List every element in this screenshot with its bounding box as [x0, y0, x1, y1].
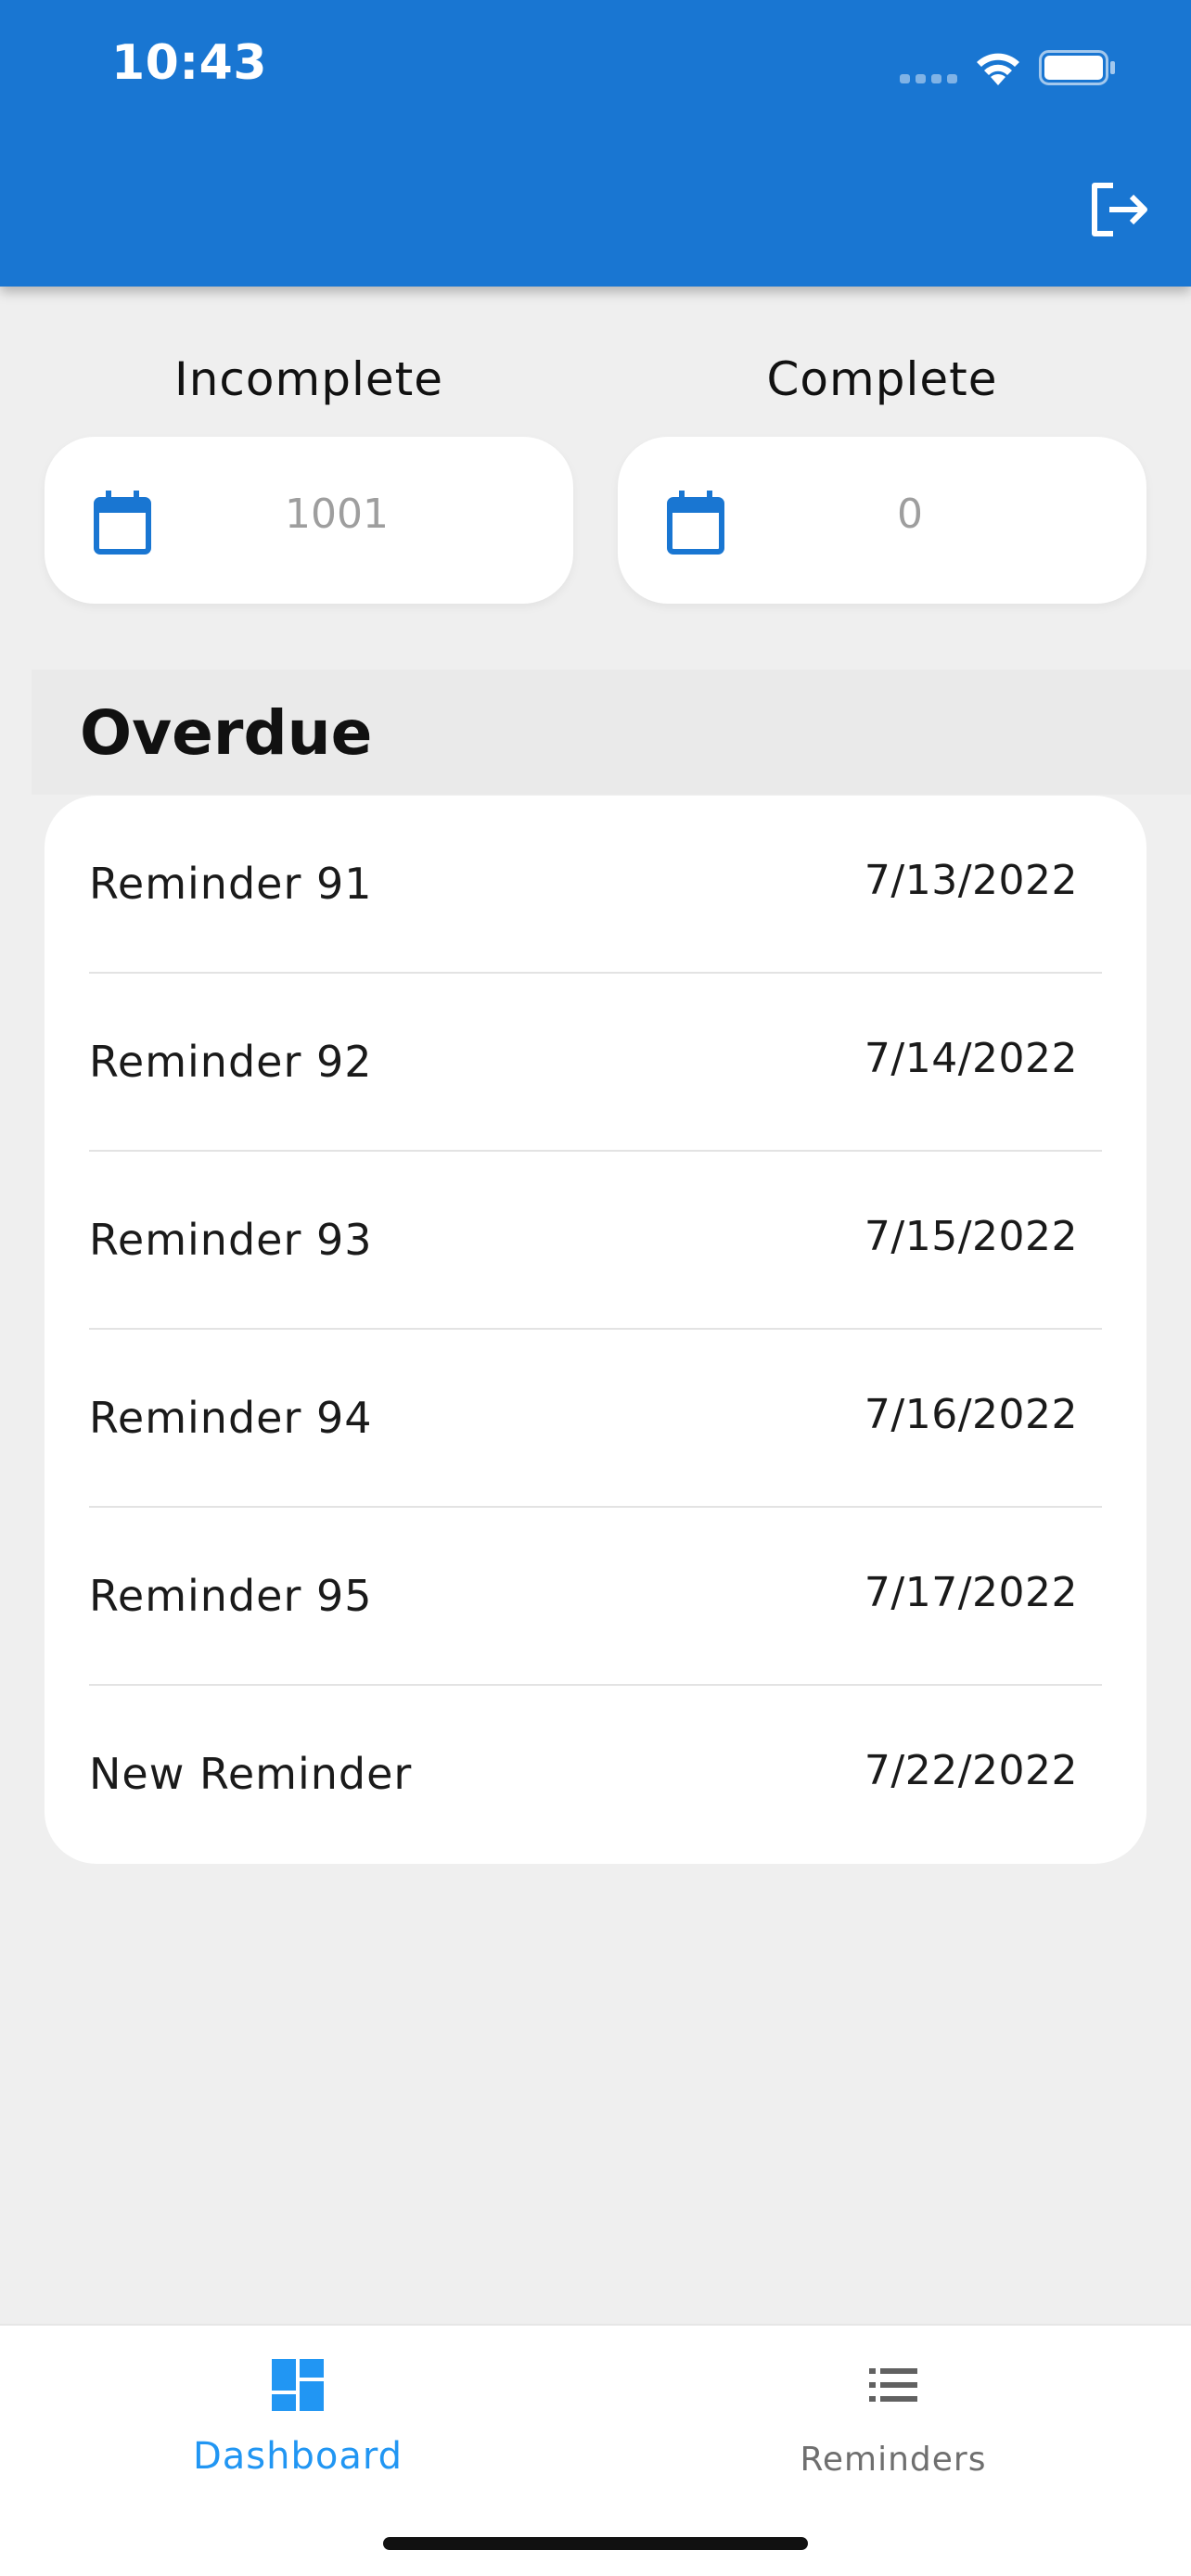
- cellular-signal-icon: [900, 74, 959, 83]
- calendar-icon: [94, 491, 151, 555]
- home-indicator[interactable]: [383, 2537, 808, 2550]
- tab-reminders[interactable]: Reminders: [596, 2326, 1191, 2511]
- logout-icon[interactable]: [1085, 176, 1152, 243]
- reminder-name: Reminder 95: [89, 1571, 373, 1621]
- list-icon: [869, 2368, 917, 2402]
- status-time: 10:43: [111, 35, 268, 91]
- status-bar: 10:43: [0, 0, 1191, 139]
- reminder-date: 7/22/2022: [864, 1747, 1078, 1794]
- complete-label: Complete: [766, 352, 998, 406]
- reminder-date: 7/15/2022: [864, 1213, 1078, 1260]
- reminder-date: 7/14/2022: [864, 1035, 1078, 1082]
- reminder-name: Reminder 91: [89, 859, 373, 909]
- tab-reminders-label: Reminders: [800, 2441, 987, 2479]
- tab-dashboard-label: Dashboard: [192, 2435, 403, 2478]
- reminder-name: Reminder 94: [89, 1393, 373, 1443]
- wifi-icon: [977, 53, 1019, 85]
- list-item[interactable]: Reminder 92 7/14/2022: [89, 974, 1102, 1152]
- reminder-date: 7/16/2022: [864, 1391, 1078, 1438]
- reminder-date: 7/17/2022: [864, 1569, 1078, 1616]
- list-item[interactable]: Reminder 93 7/15/2022: [89, 1152, 1102, 1330]
- tab-dashboard[interactable]: Dashboard: [0, 2326, 596, 2511]
- reminder-name: New Reminder: [89, 1749, 413, 1799]
- list-item[interactable]: Reminder 91 7/13/2022: [89, 796, 1102, 974]
- calendar-icon: [667, 491, 724, 555]
- reminder-name: Reminder 93: [89, 1215, 373, 1265]
- battery-icon: [1039, 50, 1115, 85]
- list-item[interactable]: Reminder 94 7/16/2022: [89, 1330, 1102, 1508]
- list-item[interactable]: Reminder 95 7/17/2022: [89, 1508, 1102, 1686]
- incomplete-card[interactable]: 1001: [45, 437, 573, 604]
- overdue-list: Reminder 91 7/13/2022 Reminder 92 7/14/2…: [45, 796, 1146, 1864]
- complete-card[interactable]: 0: [618, 437, 1146, 604]
- incomplete-count: 1001: [285, 491, 389, 538]
- overdue-title: Overdue: [80, 697, 373, 769]
- incomplete-label: Incomplete: [174, 352, 443, 406]
- reminder-date: 7/13/2022: [864, 857, 1078, 904]
- list-item[interactable]: New Reminder 7/22/2022: [89, 1686, 1102, 1864]
- dashboard-icon: [272, 2359, 324, 2411]
- complete-count: 0: [897, 491, 923, 538]
- reminder-name: Reminder 92: [89, 1037, 373, 1087]
